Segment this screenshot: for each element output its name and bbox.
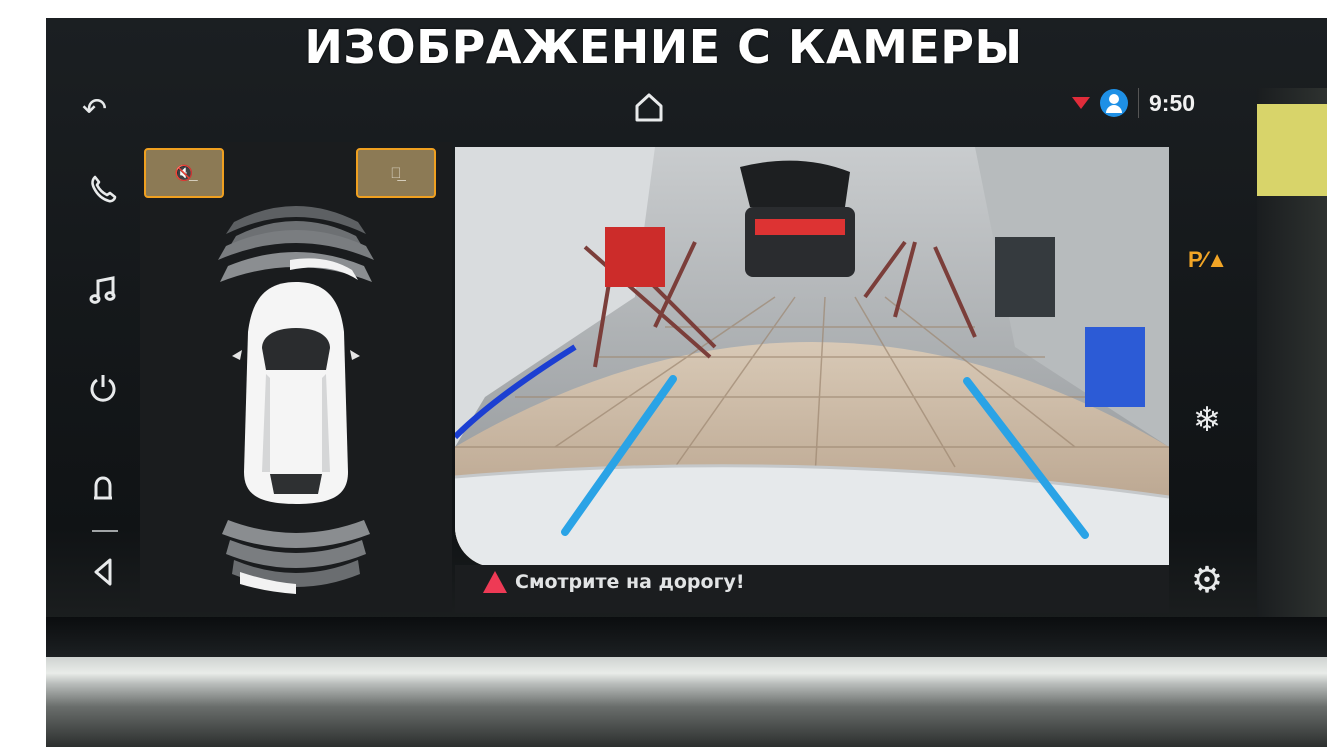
phone-icon — [91, 175, 117, 203]
connection-icon — [1072, 97, 1090, 109]
mute-sensor-button[interactable]: 🔇̲ — [144, 148, 224, 198]
sidebar-divider — [92, 530, 118, 532]
parking-sensor-graphic — [218, 206, 374, 594]
warning-message: Смотрите на дорогу! — [483, 571, 745, 593]
volume-button[interactable] — [78, 547, 128, 597]
rear-camera-view — [455, 147, 1169, 567]
profile-icon[interactable] — [1100, 89, 1128, 117]
park-assist-button[interactable]: P⁄▲ — [1183, 243, 1233, 277]
mute-sensor-sound-icon: 🔇̲ — [174, 165, 194, 182]
screen-bottom-strip — [46, 617, 1327, 657]
warning-triangle-icon — [483, 571, 507, 593]
parking-sensor-panel: 🔇̲ Ⓐ̲ — [140, 142, 452, 612]
power-icon — [90, 375, 116, 402]
volume-icon — [94, 558, 112, 586]
settings-button[interactable]: ⚙ — [1183, 558, 1231, 602]
warning-text: Смотрите на дорогу! — [515, 571, 745, 593]
clock: 9:50 — [1149, 89, 1196, 116]
media-button[interactable] — [78, 265, 128, 315]
page-headline: ИЗОБРАЖЕНИЕ С КАМЕРЫ — [304, 20, 1023, 74]
snowflake-icon: ❄ — [1192, 401, 1222, 439]
park-assist-icon: P⁄▲ — [1187, 247, 1229, 272]
dashboard-bezel — [46, 657, 1327, 747]
back-arrow-icon[interactable]: ↶ — [82, 92, 107, 127]
sticky-note — [1257, 104, 1327, 196]
phone-button[interactable] — [78, 164, 128, 214]
notifications-button[interactable] — [78, 463, 128, 513]
climate-button[interactable]: ❄ — [1185, 400, 1229, 440]
auto-activation-button[interactable]: Ⓐ̲ — [356, 148, 436, 198]
auto-activation-icon: Ⓐ̲ — [390, 164, 402, 182]
music-note-icon — [89, 276, 116, 304]
gear-icon: ⚙ — [1190, 559, 1224, 600]
home-icon[interactable] — [632, 90, 666, 129]
status-divider — [1138, 88, 1139, 118]
camera-image — [455, 147, 1169, 567]
power-button[interactable] — [78, 363, 128, 413]
notification-bell-icon — [94, 476, 112, 500]
status-area: 9:50 — [1072, 88, 1195, 118]
